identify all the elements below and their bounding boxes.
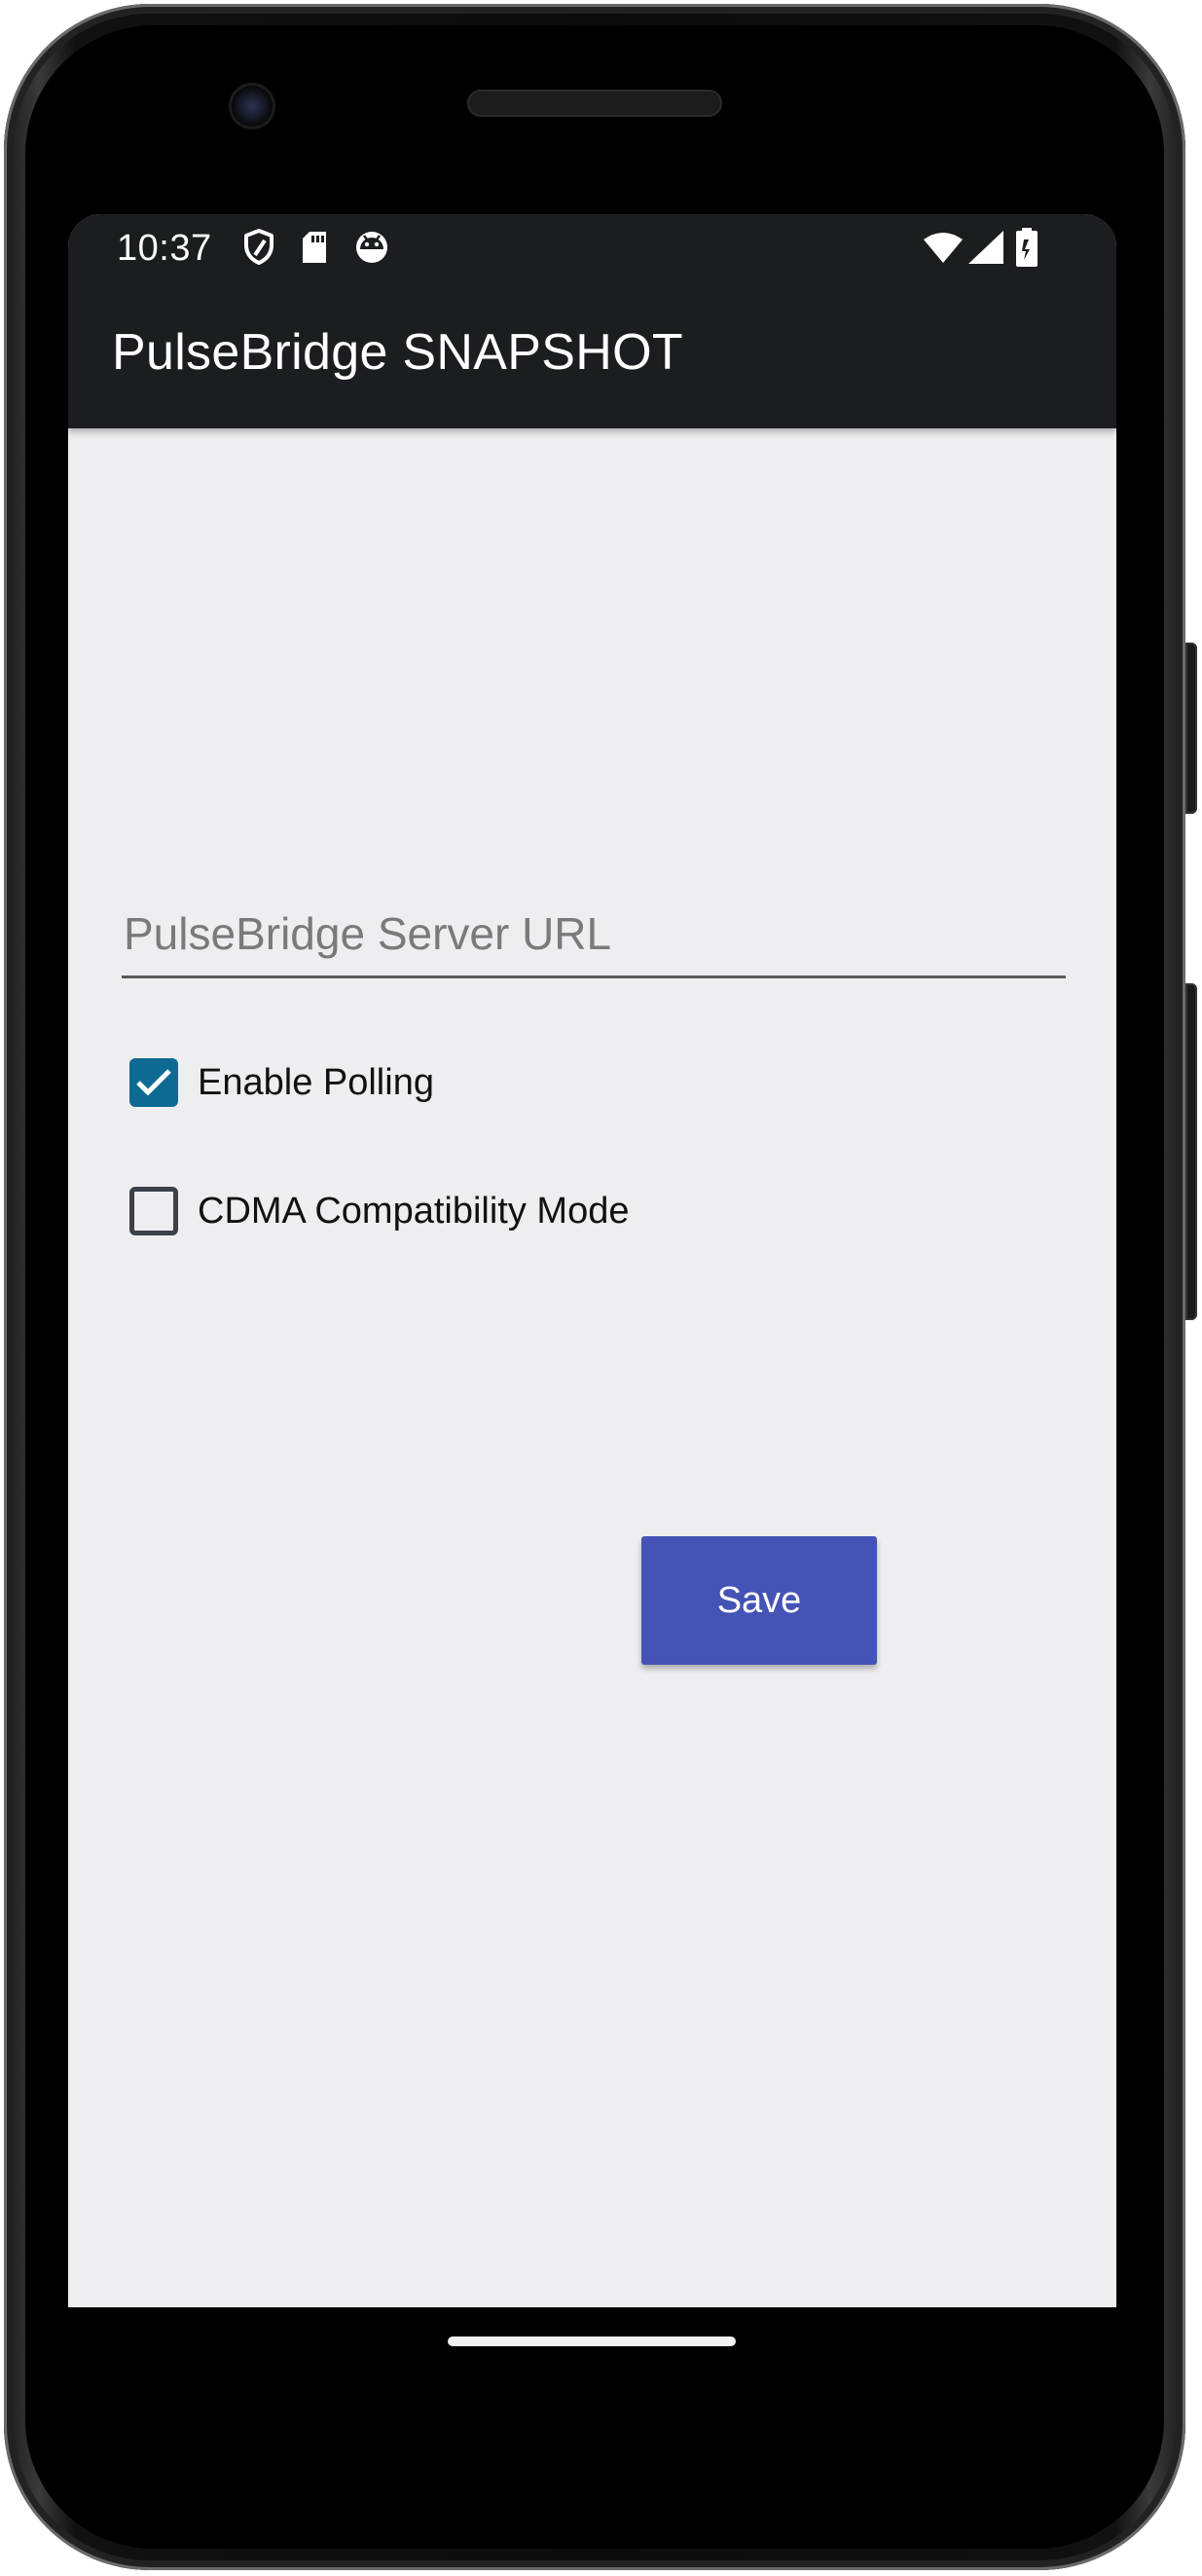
navigation-bar bbox=[68, 2307, 1116, 2463]
sd-card-icon bbox=[298, 228, 331, 267]
enable-polling-checkbox[interactable] bbox=[129, 1058, 178, 1107]
enable-polling-checkbox-row[interactable]: Enable Polling bbox=[129, 1053, 434, 1112]
cell-signal-icon bbox=[967, 228, 1004, 267]
server-url-input[interactable] bbox=[122, 901, 1066, 978]
cdma-mode-checkbox[interactable] bbox=[129, 1187, 178, 1235]
save-button[interactable]: Save bbox=[641, 1536, 877, 1665]
power-button bbox=[1185, 983, 1197, 1320]
checkmark-icon bbox=[136, 1069, 171, 1096]
battery-icon bbox=[1012, 228, 1041, 267]
home-indicator[interactable] bbox=[448, 2337, 736, 2346]
android-debug-icon bbox=[352, 228, 391, 267]
cdma-mode-checkbox-row[interactable]: CDMA Compatibility Mode bbox=[129, 1182, 629, 1240]
earpiece-speaker bbox=[467, 90, 722, 117]
volume-button bbox=[1185, 643, 1197, 814]
status-bar: 10:37 bbox=[68, 214, 1116, 280]
app-screen: 10:37 PulseBridge SNAPSHOT PulseBridge S… bbox=[68, 214, 1116, 2307]
front-camera bbox=[232, 86, 273, 127]
app-title: PulseBridge SNAPSHOT bbox=[112, 324, 683, 381]
cdma-mode-label: CDMA Compatibility Mode bbox=[198, 1190, 630, 1232]
enable-polling-label: Enable Polling bbox=[198, 1061, 434, 1103]
app-bar: PulseBridge SNAPSHOT bbox=[68, 280, 1116, 428]
wifi-icon bbox=[923, 228, 964, 267]
status-time: 10:37 bbox=[117, 228, 212, 269]
shield-icon bbox=[241, 228, 276, 267]
